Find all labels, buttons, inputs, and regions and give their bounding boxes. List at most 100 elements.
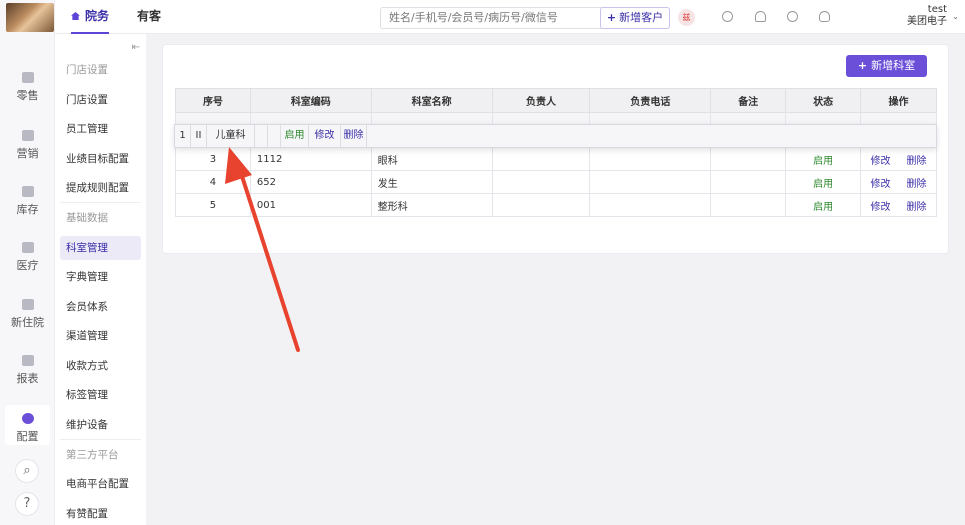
- user-name: test: [927, 4, 947, 15]
- sidebar-item[interactable]: 维护设备: [60, 413, 141, 437]
- sidebar-item[interactable]: 门店设置: [60, 88, 141, 112]
- rail-item-label: 报表: [16, 372, 39, 385]
- chevron-down-icon[interactable]: ⌄: [952, 12, 959, 21]
- sidebar-item[interactable]: 标签管理: [60, 383, 141, 407]
- service-icon[interactable]: [787, 11, 798, 22]
- delete-link[interactable]: 删除: [907, 202, 927, 213]
- user-org: 美团电子: [907, 16, 947, 27]
- rail-item-retail[interactable]: 零售: [0, 72, 55, 103]
- row-status: 启用: [281, 125, 309, 147]
- search-icon: ⌕: [23, 463, 31, 478]
- marketing-icon: [21, 130, 34, 141]
- rail-item-marketing[interactable]: 营销: [0, 130, 55, 161]
- rail-item-inventory[interactable]: 库存: [0, 186, 55, 217]
- add-department-button[interactable]: + 新增科室: [846, 55, 927, 77]
- add-department-label: 新增科室: [871, 59, 916, 72]
- tab-youke[interactable]: 有客: [137, 0, 161, 34]
- row-owner: [491, 193, 591, 217]
- col-header: 科室编码: [249, 88, 372, 113]
- plus-icon: +: [857, 59, 868, 72]
- brand-logo[interactable]: [6, 3, 54, 32]
- table-row[interactable]: 4 652 发生 启用 修改 删除: [175, 170, 937, 194]
- top-bar: 院务 有客 姓名/手机号/会员号/病历号/微信号 + 新增客户 兹 test 美团…: [55, 0, 965, 34]
- plus-icon: +: [606, 11, 617, 24]
- row-code: II: [191, 125, 207, 147]
- rail-item-label: 零售: [16, 89, 39, 102]
- wechat-icon[interactable]: [722, 11, 733, 22]
- add-customer-button[interactable]: + 新增客户: [600, 7, 670, 29]
- row-name: 眼科: [370, 147, 493, 171]
- rail-item-config[interactable]: 配置: [5, 405, 50, 445]
- report-icon: [21, 355, 34, 366]
- row-index: 5: [175, 193, 251, 217]
- home-icon: [71, 12, 80, 20]
- rail-item-medical[interactable]: 医疗: [0, 242, 55, 273]
- sidebar-item[interactable]: 字典管理: [60, 265, 141, 289]
- col-header: 序号: [175, 88, 251, 113]
- rail-item-report[interactable]: 报表: [0, 355, 55, 386]
- sidebar-group-label: 基础数据: [66, 212, 108, 224]
- sidebar-item[interactable]: 科室管理: [60, 236, 141, 260]
- row-edit-link[interactable]: 修改: [309, 125, 341, 147]
- sidebar-item[interactable]: 收款方式: [60, 354, 141, 378]
- sidebar-item[interactable]: 有赞配置: [60, 502, 141, 525]
- user-menu[interactable]: test 美团电子: [907, 4, 947, 28]
- rail-search-button[interactable]: ⌕: [15, 459, 39, 483]
- row-code: 652: [249, 170, 372, 194]
- help-icon: ?: [23, 496, 31, 511]
- tab-yuanwu[interactable]: 院务: [71, 0, 110, 34]
- badge-label: 兹: [682, 13, 691, 22]
- help-button[interactable]: ?: [15, 492, 39, 516]
- row-actions: 修改 删除: [860, 193, 937, 217]
- sidebar-item[interactable]: 员工管理: [60, 117, 141, 141]
- sidebar-item[interactable]: 电商平台配置: [60, 472, 141, 496]
- user-icon[interactable]: [755, 11, 766, 22]
- sidebar-item[interactable]: 提成规则配置: [60, 176, 141, 200]
- row-name: 儿童科: [207, 125, 255, 147]
- add-customer-label: 新增客户: [619, 11, 664, 24]
- sidebar-divider: [60, 439, 141, 440]
- col-header: 状态: [785, 88, 862, 113]
- row-delete-link[interactable]: 删除: [341, 125, 367, 147]
- sidebar-item[interactable]: 会员体系: [60, 295, 141, 319]
- retail-icon: [21, 72, 34, 83]
- row-cell-empty: [255, 125, 268, 147]
- row-actions: 修改 删除: [860, 147, 937, 171]
- rail-item-inpatient[interactable]: 新住院: [0, 299, 55, 330]
- notification-badge[interactable]: 兹: [678, 9, 695, 26]
- row-phone: [589, 170, 712, 194]
- inpatient-icon: [21, 299, 34, 310]
- edit-link[interactable]: 修改: [871, 156, 891, 167]
- table-row-placeholder: [175, 112, 937, 125]
- tab-label: 有客: [137, 9, 162, 23]
- edit-link[interactable]: 修改: [871, 179, 891, 190]
- dragged-table-row[interactable]: 1 II 儿童科 启用 修改 删除: [174, 124, 937, 148]
- row-index: 3: [175, 147, 251, 171]
- sidebar-divider: [60, 202, 141, 203]
- sidebar-group-label: 第三方平台: [66, 449, 119, 461]
- edit-link[interactable]: 修改: [871, 202, 891, 213]
- config-icon: [21, 413, 34, 424]
- rail-item-label: 医疗: [16, 259, 39, 272]
- table-row[interactable]: 3 1112 眼科 启用 修改 删除: [175, 147, 937, 171]
- delete-link[interactable]: 删除: [907, 156, 927, 167]
- sidebar-item[interactable]: 业绩目标配置: [60, 147, 141, 171]
- row-code: 001: [249, 193, 372, 217]
- row-remark: [710, 170, 787, 194]
- table-row[interactable]: 5 001 整形科 启用 修改 删除: [175, 193, 937, 217]
- col-header: 负责人: [491, 88, 591, 113]
- col-header: 科室名称: [370, 88, 493, 113]
- rail-item-label: 营销: [16, 147, 39, 160]
- row-code: 1112: [249, 147, 372, 171]
- inventory-icon: [21, 186, 34, 197]
- row-status: 启用: [785, 193, 862, 217]
- bell-icon[interactable]: [819, 11, 830, 22]
- rail-item-label: 新住院: [11, 316, 44, 329]
- medical-icon: [21, 242, 34, 253]
- delete-link[interactable]: 删除: [907, 179, 927, 190]
- row-index: 1: [175, 125, 191, 147]
- sidebar-item[interactable]: 渠道管理: [60, 324, 141, 348]
- row-remark: [710, 193, 787, 217]
- collapse-icon[interactable]: ⇤: [132, 42, 140, 53]
- department-table: 序号 科室编码 科室名称 负责人 负责电话 备注 状态 操作 200003皮肤科…: [175, 88, 937, 217]
